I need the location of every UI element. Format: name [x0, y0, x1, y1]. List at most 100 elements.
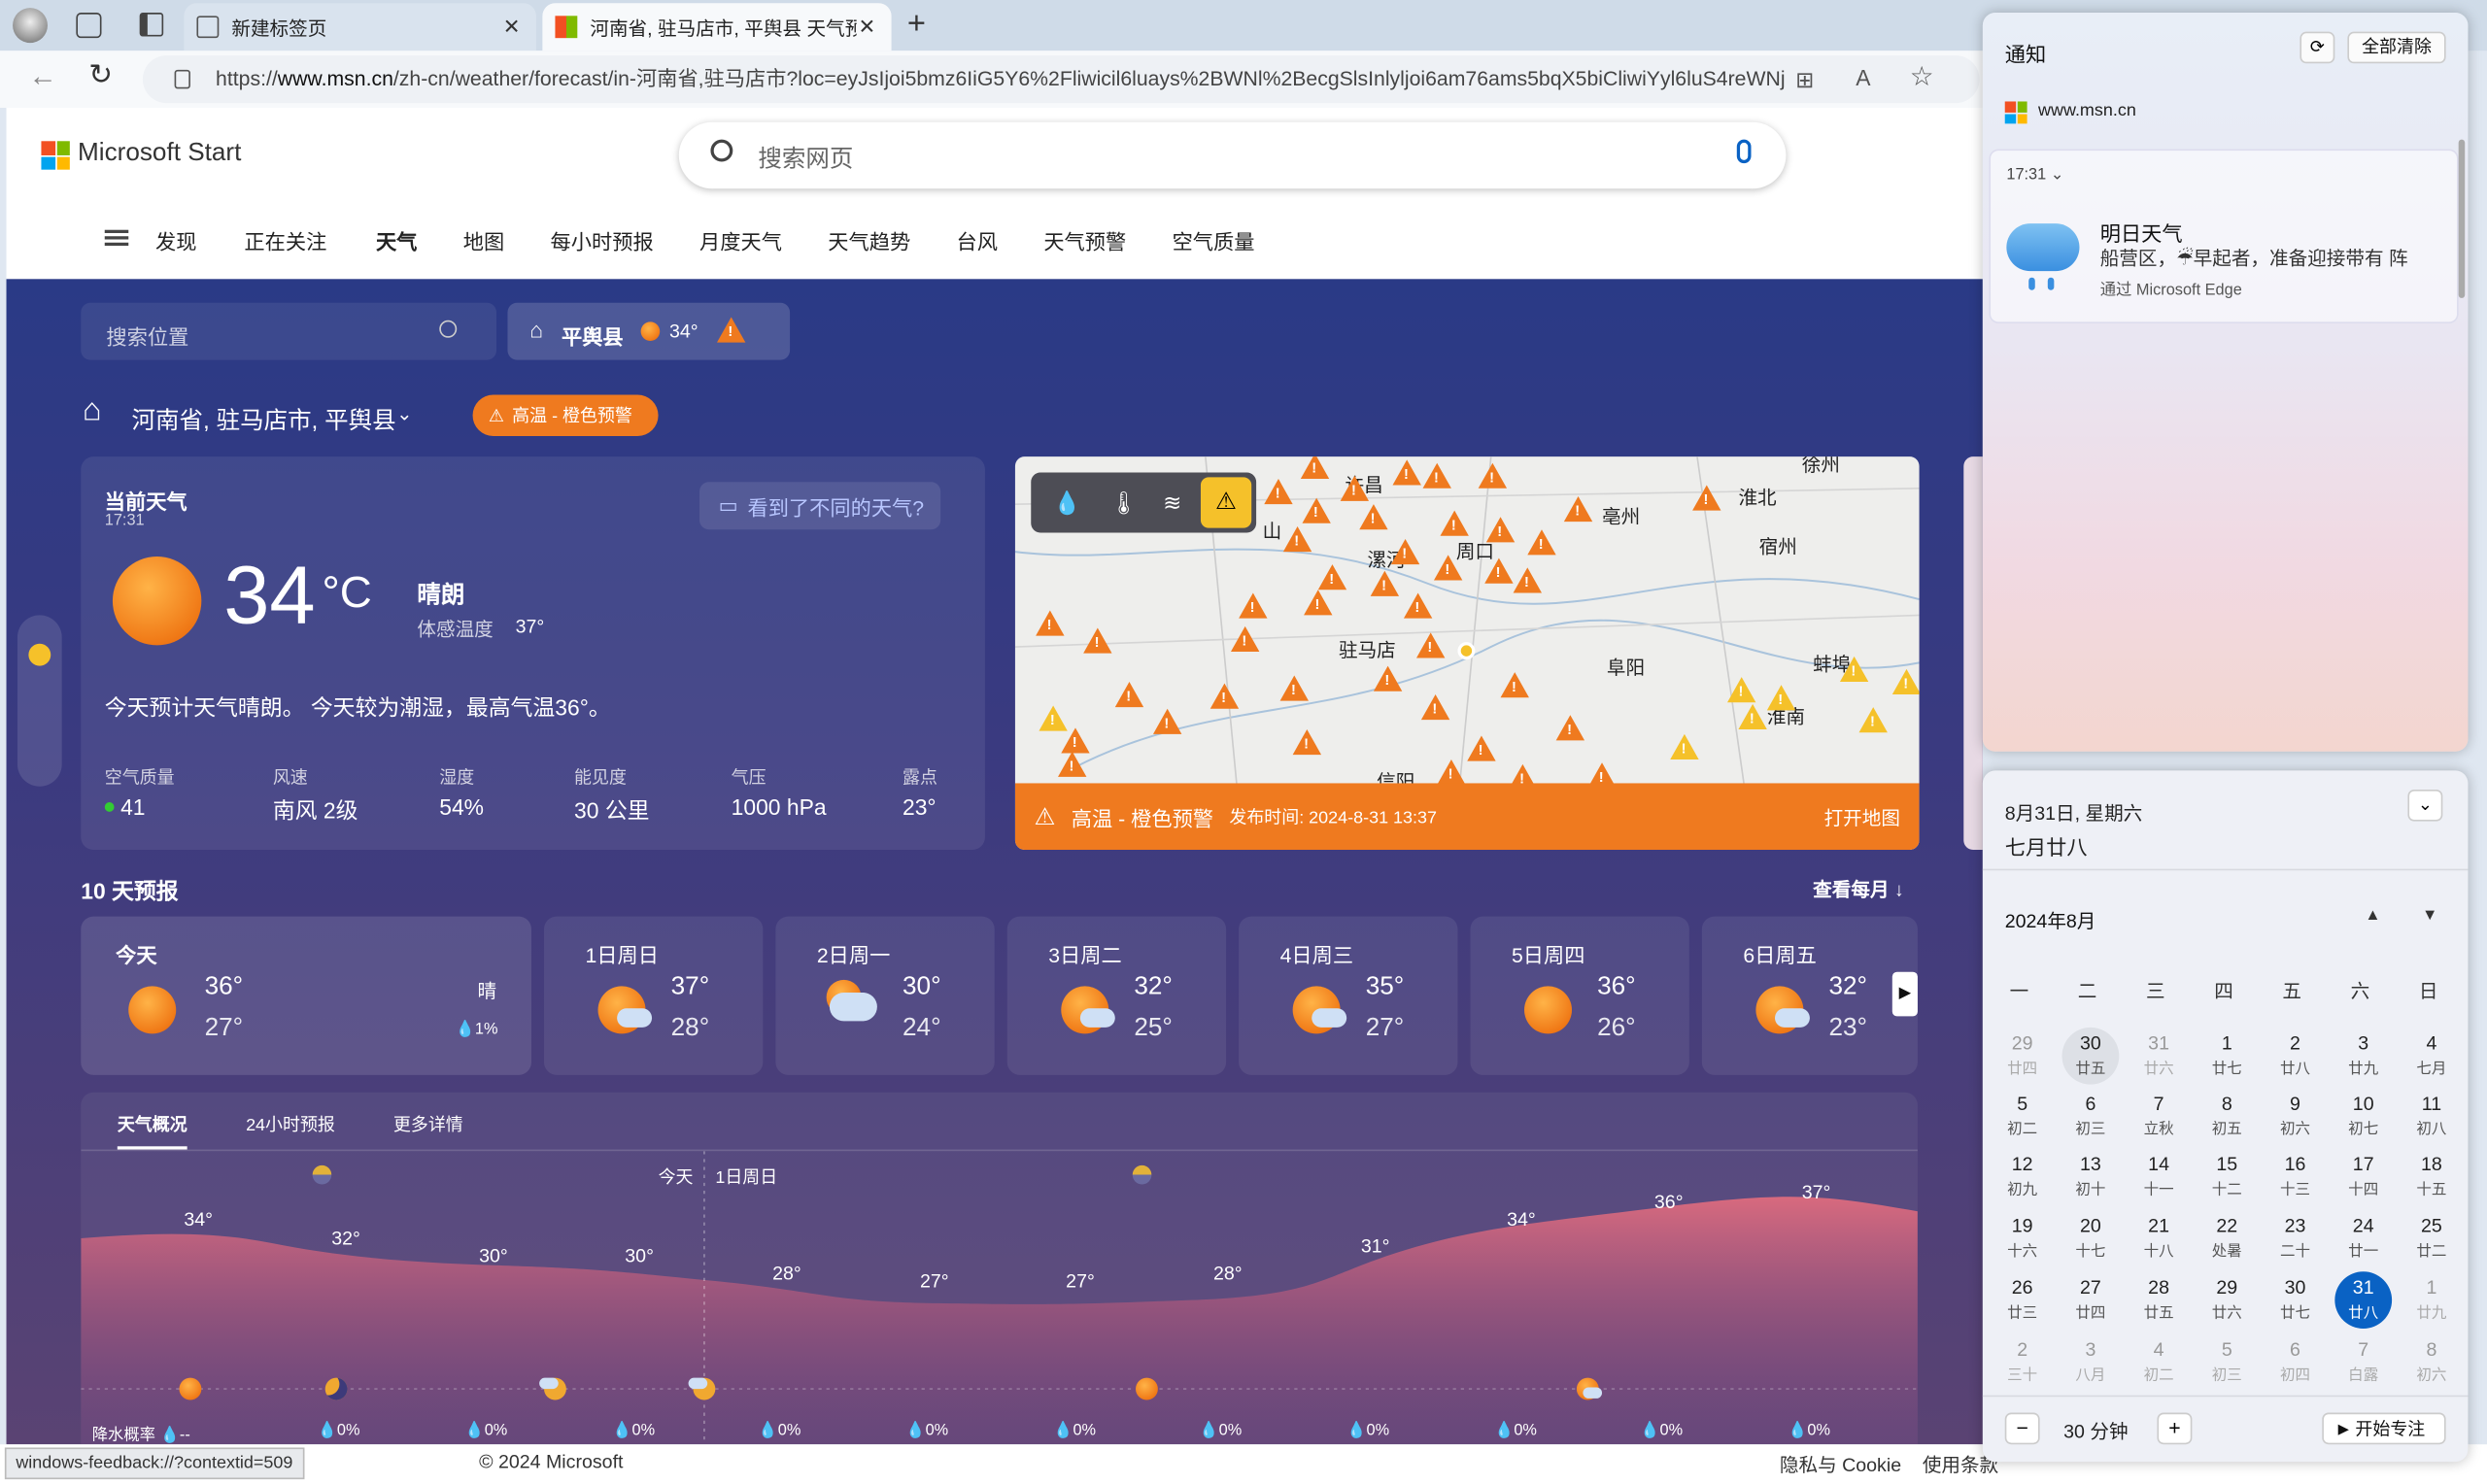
calendar-day[interactable]: 9 初六 — [2266, 1088, 2324, 1145]
increase-focus-button[interactable]: + — [2157, 1412, 2193, 1445]
calendar-day[interactable]: 6 初四 — [2266, 1333, 2324, 1391]
calendar-day[interactable]: 4 七月 — [2403, 1028, 2461, 1085]
forecast-day-card[interactable]: 今天 36° 27° 晴 💧1% — [81, 916, 531, 1075]
notification-card[interactable]: 17:31 ⌄ 明日天气 船营区，☔早起者，准备迎接带有 阵 通过 Micros… — [1989, 149, 2459, 324]
calendar-day[interactable]: 30 廿五 — [2061, 1027, 2120, 1085]
calendar-day[interactable]: 31 廿八 — [2334, 1271, 2393, 1330]
web-search-input[interactable]: 搜索网页 — [758, 141, 853, 174]
heat-warning-marker-icon[interactable] — [1467, 735, 1496, 761]
lock-icon[interactable] — [174, 69, 190, 89]
heat-warning-marker-icon[interactable] — [1083, 627, 1112, 654]
location-title[interactable]: 河南省, 驻马店市, 平舆县 — [132, 403, 396, 436]
stat-humidity[interactable]: 湿度 54% — [439, 764, 484, 820]
nav-trends[interactable]: 天气趋势 — [828, 225, 910, 255]
calendar-day[interactable]: 1 廿七 — [2198, 1028, 2256, 1085]
heat-warning-marker-icon[interactable] — [1359, 504, 1388, 530]
focus-bell-icon[interactable]: ⟳ — [2300, 31, 2335, 64]
calendar-day[interactable]: 18 十五 — [2403, 1148, 2461, 1205]
stat-visibility[interactable]: 能见度 30 公里 — [574, 764, 650, 826]
calendar-day[interactable]: 25 廿二 — [2403, 1210, 2461, 1267]
wind-layer-icon[interactable]: ≋ — [1163, 489, 1181, 517]
pinned-location-chip[interactable]: ⌂ 平舆县 34° — [507, 302, 791, 360]
heat-warning-marker-icon[interactable] — [1485, 517, 1516, 543]
heat-warning-marker-icon[interactable] — [1478, 462, 1508, 489]
heat-warning-marker-icon[interactable] — [1152, 708, 1182, 734]
temperature-layer-icon[interactable]: 🌡 — [1109, 489, 1138, 517]
yellow-warning-marker-icon[interactable] — [1766, 685, 1796, 711]
heat-warning-marker-icon[interactable] — [1440, 510, 1469, 536]
menu-hamburger-icon[interactable] — [104, 229, 129, 247]
yellow-warning-marker-icon[interactable] — [1738, 703, 1767, 729]
heat-warning-marker-icon[interactable] — [1527, 529, 1556, 556]
calendar-day[interactable]: 22 处暑 — [2198, 1210, 2256, 1267]
calendar-day[interactable]: 31 廿六 — [2130, 1028, 2188, 1085]
start-focus-button[interactable]: ▶ 开始专注 — [2322, 1412, 2446, 1445]
heat-warning-marker-icon[interactable] — [1340, 475, 1370, 501]
nav-typhoon[interactable]: 台风 — [957, 225, 998, 255]
close-tab-icon[interactable]: ✕ — [503, 15, 521, 40]
open-map-link[interactable]: 打开地图 — [1824, 803, 1900, 830]
forecast-day-card[interactable]: 5日周四 36° 26° — [1470, 916, 1689, 1075]
tab-24-hour[interactable]: 24小时预报 — [246, 1111, 335, 1136]
yellow-warning-marker-icon[interactable] — [1839, 656, 1869, 682]
heat-warning-marker-icon[interactable] — [1403, 592, 1433, 619]
refresh-icon[interactable]: ↻ — [88, 58, 113, 91]
calendar-day[interactable]: 1 廿九 — [2403, 1271, 2461, 1329]
workspaces-icon[interactable] — [76, 13, 102, 39]
back-arrow-icon[interactable]: ← — [28, 60, 56, 93]
heat-warning-marker-icon[interactable] — [1437, 759, 1466, 786]
calendar-day[interactable]: 13 初十 — [2062, 1148, 2120, 1205]
tab-new-tab[interactable]: 新建标签页 ✕ — [184, 3, 536, 51]
stat-dew-point[interactable]: 露点 23° — [903, 764, 937, 820]
nav-maps[interactable]: 地图 — [463, 225, 504, 255]
heat-warning-marker-icon[interactable] — [1484, 557, 1514, 584]
nav-monthly[interactable]: 月度天气 — [699, 225, 782, 255]
side-rail[interactable] — [17, 615, 62, 787]
calendar-day[interactable]: 16 十三 — [2266, 1148, 2324, 1205]
calendar-day[interactable]: 8 初六 — [2403, 1333, 2461, 1391]
alert-layer-icon[interactable]: ⚠ — [1200, 477, 1252, 528]
calendar-day[interactable]: 30 廿七 — [2266, 1271, 2324, 1329]
heat-warning-marker-icon[interactable] — [1370, 570, 1400, 596]
heat-warning-marker-icon[interactable] — [1433, 555, 1463, 581]
calendar-day[interactable]: 29 廿六 — [2198, 1271, 2256, 1329]
heat-warning-marker-icon[interactable] — [1209, 683, 1240, 709]
heat-warning-marker-icon[interactable] — [1513, 567, 1542, 593]
sun-toggle-icon[interactable] — [28, 643, 51, 666]
calendar-day[interactable]: 6 初三 — [2062, 1088, 2120, 1145]
calendar-day[interactable]: 5 初三 — [2198, 1333, 2256, 1391]
forecast-day-card[interactable]: 3日周二 32° 25° — [1006, 916, 1227, 1075]
heat-warning-marker-icon[interactable] — [1036, 610, 1065, 636]
read-aloud-icon[interactable]: A — [1856, 65, 1870, 90]
heat-warning-marker-icon[interactable] — [1500, 672, 1529, 698]
stat-wind[interactable]: 风速 南风 2级 — [273, 764, 358, 826]
calendar-day[interactable]: 4 初二 — [2130, 1333, 2188, 1391]
nav-air-quality[interactable]: 空气质量 — [1173, 225, 1255, 255]
close-tab-icon[interactable]: ✕ — [858, 15, 875, 40]
calendar-day[interactable]: 10 初七 — [2334, 1088, 2392, 1145]
stat-air-quality[interactable]: 空气质量 41 — [104, 764, 175, 820]
clear-all-button[interactable]: 全部清除 — [2347, 31, 2446, 64]
calendar-day[interactable]: 2 廿八 — [2266, 1028, 2324, 1085]
heat-warning-marker-icon[interactable] — [1392, 459, 1421, 486]
forecast-day-card[interactable]: 2日周一 30° 24° — [775, 916, 995, 1075]
calendar-day[interactable]: 8 初五 — [2198, 1088, 2256, 1145]
nav-alerts[interactable]: 天气预警 — [1043, 225, 1126, 255]
calendar-day[interactable]: 2 三十 — [1993, 1333, 2051, 1391]
heat-warning-marker-icon[interactable] — [1390, 539, 1420, 565]
location-search-box[interactable]: 搜索位置 — [81, 302, 497, 360]
calendar-day[interactable]: 21 十八 — [2130, 1210, 2188, 1267]
tab-weather[interactable]: 河南省, 驻马店市, 平舆县 天气预报 ✕ — [542, 3, 892, 51]
chevron-down-icon[interactable]: ⌄ — [2051, 166, 2064, 184]
heat-warning-marker-icon[interactable] — [1279, 675, 1309, 701]
heat-warning-marker-icon[interactable] — [1304, 590, 1333, 616]
nav-following[interactable]: 正在关注 — [244, 225, 326, 255]
brand-name[interactable]: Microsoft Start — [78, 140, 241, 168]
calendar-day[interactable]: 24 廿一 — [2334, 1210, 2392, 1267]
yellow-warning-marker-icon[interactable] — [1858, 707, 1888, 733]
calendar-day[interactable]: 20 十七 — [2062, 1210, 2120, 1267]
heat-warning-marker-icon[interactable] — [1058, 751, 1087, 777]
calendar-day[interactable]: 3 廿九 — [2334, 1028, 2392, 1085]
calendar-day[interactable]: 5 初二 — [1993, 1088, 2051, 1145]
heat-warning-marker-icon[interactable] — [1420, 694, 1450, 721]
